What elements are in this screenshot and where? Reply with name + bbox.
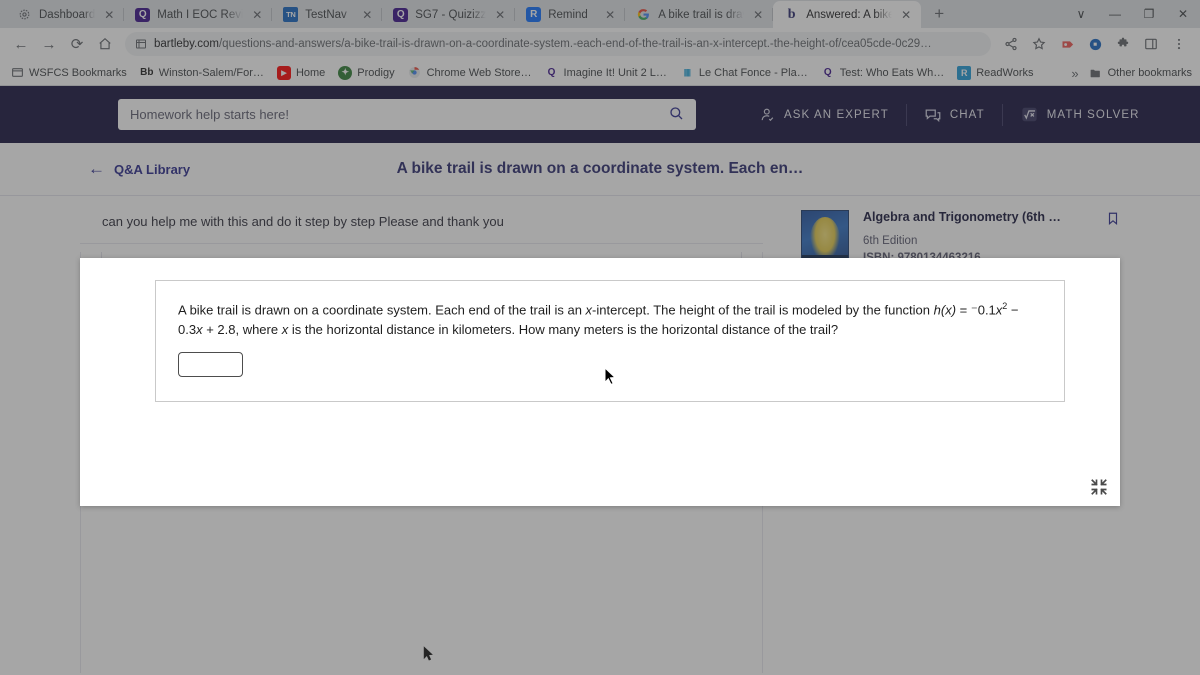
- modal-question-text: A bike trail is drawn on a coordinate sy…: [178, 300, 1042, 339]
- browser-window: Dashboard ✕ Q Math I EOC Review ✕ TN Tes…: [0, 0, 1200, 675]
- q-part-5: is the horizontal distance in kilometers…: [288, 321, 839, 337]
- q-part-4: + 2.8, where: [202, 321, 282, 337]
- q-eq: = ⁻0.1: [956, 302, 996, 318]
- q-part-2: -intercept. The height of the trail is m…: [592, 302, 934, 318]
- q-paren-x: (x): [940, 302, 957, 318]
- modal-question-panel: A bike trail is drawn on a coordinate sy…: [155, 280, 1065, 402]
- q-part-1: A bike trail is drawn on a coordinate sy…: [178, 302, 586, 318]
- expanded-image-modal: A bike trail is drawn on a coordinate sy…: [80, 258, 1120, 506]
- q-fn-h: h: [933, 302, 941, 318]
- answer-input-box[interactable]: [178, 352, 243, 378]
- collapse-arrows-icon[interactable]: [1089, 477, 1109, 497]
